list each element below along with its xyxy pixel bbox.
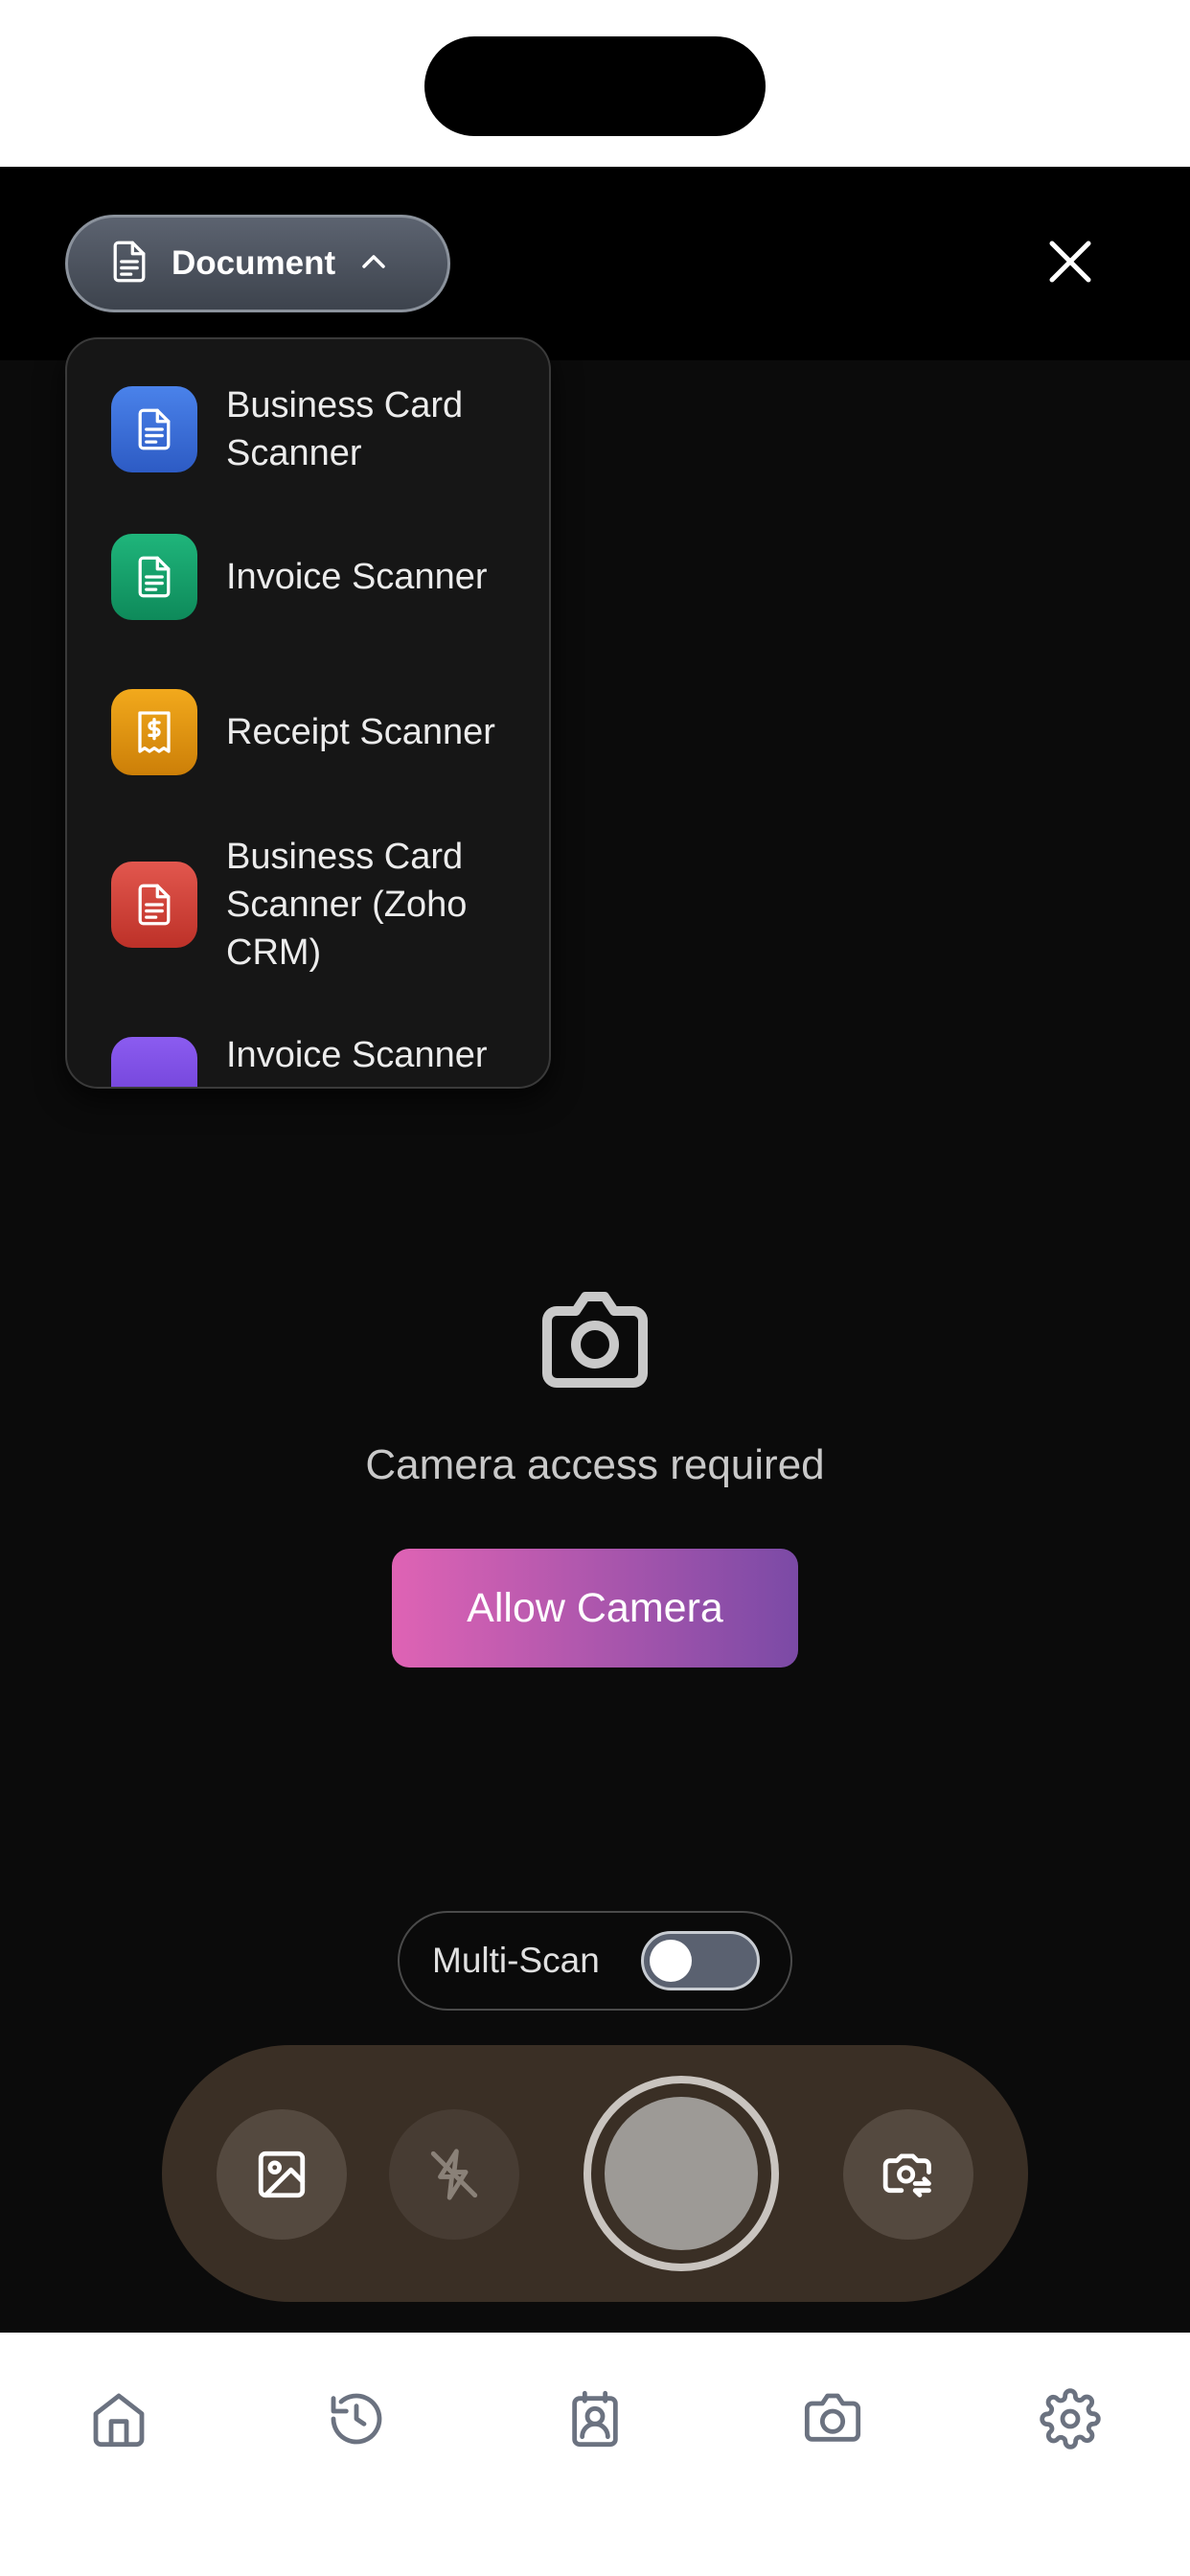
status-bar bbox=[0, 0, 1190, 167]
image-icon[interactable] bbox=[217, 2109, 347, 2240]
dropdown-item[interactable]: Business Card Scanner bbox=[67, 362, 549, 496]
document-icon bbox=[111, 1037, 197, 1087]
receipt-icon bbox=[111, 689, 197, 775]
scanner-top-bar: Document bbox=[0, 167, 1190, 360]
allow-camera-button[interactable]: Allow Camera bbox=[392, 1549, 798, 1668]
document-icon bbox=[111, 534, 197, 620]
dropdown-item-label: Invoice Scanner bbox=[226, 557, 488, 597]
camera-access-message: Camera access required bbox=[365, 1441, 825, 1488]
shutter-button[interactable] bbox=[584, 2076, 779, 2271]
home-icon[interactable] bbox=[80, 2380, 157, 2457]
dropdown-item[interactable]: Receipt Scanner bbox=[67, 665, 549, 799]
dropdown-item[interactable]: Invoice Scanner bbox=[67, 510, 549, 644]
flip-camera-icon[interactable] bbox=[843, 2109, 973, 2240]
multi-scan-toggle[interactable] bbox=[641, 1931, 760, 1990]
shutter-inner bbox=[605, 2097, 758, 2250]
dropdown-item[interactable]: Invoice Scanner bbox=[67, 1035, 549, 1087]
dropdown-item-label: Invoice Scanner bbox=[226, 1035, 488, 1075]
scan-mode-selector[interactable]: Document bbox=[65, 215, 450, 312]
contact-card-icon[interactable] bbox=[557, 2380, 633, 2457]
dropdown-item-label: Business Card Scanner bbox=[226, 385, 464, 473]
camera-icon[interactable] bbox=[794, 2380, 871, 2457]
toggle-knob bbox=[650, 1940, 692, 1982]
flash-off-icon[interactable] bbox=[389, 2109, 519, 2240]
settings-icon[interactable] bbox=[1032, 2380, 1109, 2457]
scan-mode-dropdown: Business Card Scanner Invoice Scanner Re… bbox=[65, 337, 551, 1089]
camera-icon bbox=[533, 1282, 657, 1392]
dropdown-item-label: Business Card Scanner (Zoho CRM) bbox=[226, 837, 468, 973]
dynamic-island bbox=[424, 36, 766, 136]
document-icon bbox=[111, 386, 197, 472]
dropdown-item-label: Receipt Scanner bbox=[226, 712, 495, 752]
history-icon[interactable] bbox=[318, 2380, 395, 2457]
bottom-tab-bar bbox=[0, 2333, 1190, 2576]
camera-controls bbox=[162, 2045, 1028, 2302]
close-icon[interactable] bbox=[1041, 232, 1100, 291]
dropdown-item[interactable]: Business Card Scanner (Zoho CRM) bbox=[67, 818, 549, 991]
document-icon bbox=[110, 240, 149, 288]
multi-scan-label: Multi-Scan bbox=[432, 1941, 600, 1980]
document-icon bbox=[111, 862, 197, 948]
chevron-up-icon bbox=[360, 253, 387, 275]
scan-mode-label: Document bbox=[172, 244, 336, 282]
multi-scan-control: Multi-Scan bbox=[398, 1911, 792, 2011]
scanner-screen: Document Business Card Scanner Invoice S… bbox=[0, 167, 1190, 2333]
